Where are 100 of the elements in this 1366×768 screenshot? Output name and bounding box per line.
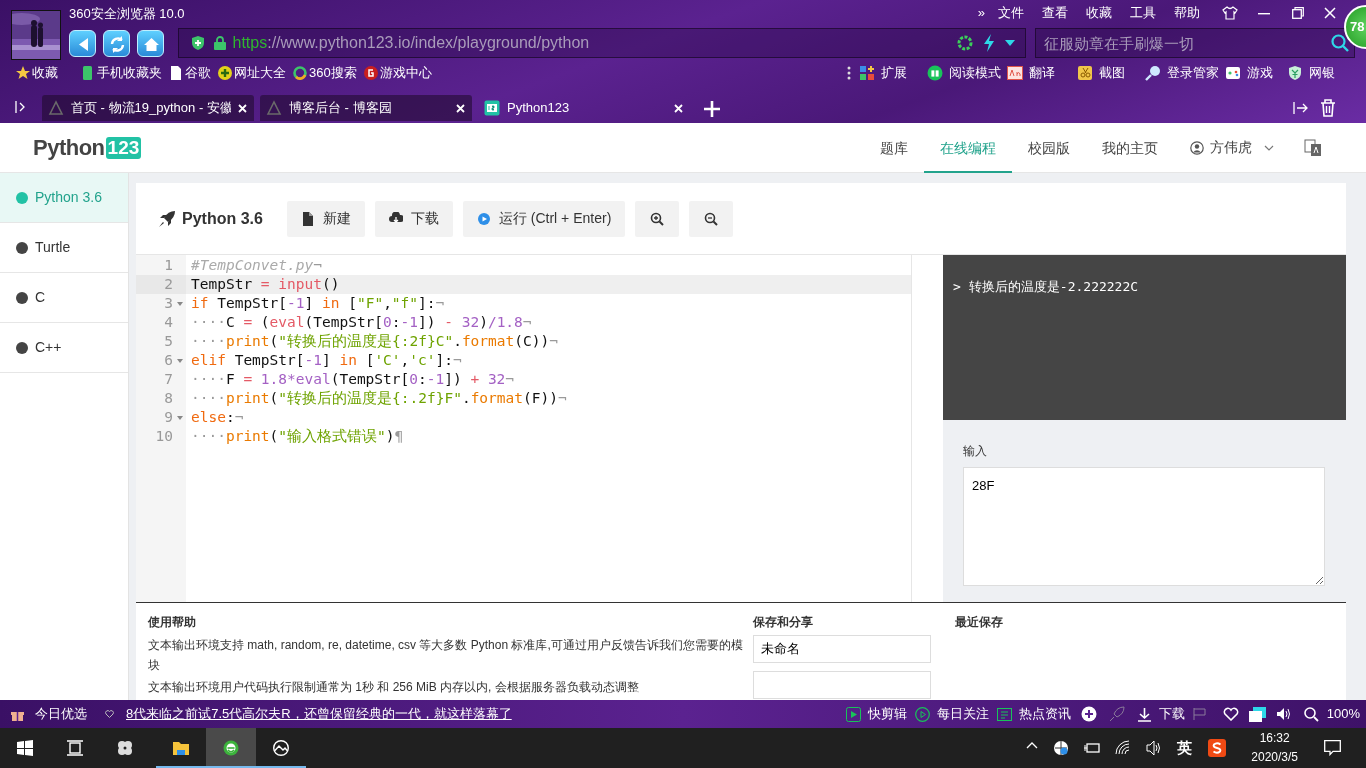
toolbar-link[interactable]: 扩展 [881,63,907,83]
zoom-out-button[interactable] [689,200,734,237]
wifi-icon[interactable] [1115,740,1132,756]
task-view-icon[interactable] [67,740,83,756]
notification-icon[interactable] [1324,740,1341,756]
close-icon[interactable] [674,103,683,113]
nav-link[interactable]: 题库 [864,122,924,173]
logo-icon [48,100,64,116]
close-icon[interactable] [238,103,247,113]
sidebar-item[interactable]: C [0,273,128,323]
logo-text[interactable]: Python [33,131,105,164]
close-icon[interactable] [1324,7,1336,19]
bookmark-link[interactable]: 360搜索 [309,63,357,83]
plus-circle-icon [217,65,233,81]
clock-time[interactable]: 16:32 [1259,729,1290,748]
new-tab-icon[interactable] [704,101,720,117]
bookmark-link[interactable]: 游戏中心 [379,63,432,83]
restore-icon[interactable] [1292,100,1308,116]
bookmark-link[interactable]: 谷歌 [185,63,211,83]
bookmark-link[interactable]: 手机收藏夹 [97,63,162,83]
close-icon[interactable] [456,103,465,113]
battery-icon[interactable] [1084,740,1101,756]
new-button[interactable]: 新建 [286,200,365,237]
line-number: 5 [163,332,174,351]
search-icon[interactable] [1331,34,1349,52]
menu-item[interactable]: 收藏 [1086,3,1112,23]
description-field[interactable] [753,671,931,699]
zoom-level[interactable]: 100% [1326,704,1360,724]
toolbar-link[interactable]: 游戏 [1247,63,1273,83]
toolbar-link[interactable]: 网银 [1309,63,1335,83]
start-icon[interactable] [17,740,33,756]
shield-icon [1287,65,1303,81]
fan-icon[interactable] [117,740,133,756]
speedup-icon[interactable] [956,35,973,51]
line-number: 3 [136,294,186,313]
toolbar-link[interactable]: 登录管家 [1167,63,1219,83]
fold-arrow-icon[interactable] [177,416,183,420]
headline-link[interactable]: 8代来临之前试7.5代高尔夫R，还曾保留经典的一代，就这样落幕了 [126,704,512,724]
toolbar-link[interactable]: 阅读模式 [949,63,1001,83]
globe-icon[interactable] [1053,740,1070,756]
caret-icon[interactable] [1264,144,1274,151]
heart-icon[interactable] [105,710,114,718]
menu-item[interactable]: 帮助 [1174,3,1200,23]
photos-icon[interactable] [273,740,289,756]
refresh-icon[interactable] [103,29,130,57]
toolbar-link[interactable]: 翻译 [1029,63,1055,83]
caret-icon[interactable] [1004,40,1015,46]
add-icon[interactable] [1080,706,1097,722]
user-name[interactable]: 方伟虎 [1210,137,1252,158]
user-icon [1190,140,1204,155]
menu-item[interactable]: 文件 [998,3,1024,23]
browser-tab[interactable]: 博客后台 - 博客园 [260,95,472,121]
window-icon[interactable] [1248,706,1266,722]
language-icon[interactable] [1304,138,1322,157]
input-field[interactable]: 28F [963,467,1325,586]
clock-date[interactable]: 2020/3/5 [1251,748,1298,767]
code-line: ····print("输入格式错误")¶ [190,427,405,446]
play-icon [476,211,491,226]
toolbar-link[interactable]: 截图 [1099,63,1125,83]
ime-indicator[interactable]: 英 [1177,736,1193,760]
status-link[interactable]: 快剪辑 [867,704,907,724]
bookmark-link[interactable]: 收藏 [32,63,58,83]
browser-icon[interactable] [223,740,239,756]
status-link[interactable]: 热点资讯 [1018,704,1071,724]
status-link[interactable]: 每日关注 [936,704,989,724]
menu-item[interactable]: 查看 [1042,3,1068,23]
zoom-in-button[interactable] [635,200,680,237]
status-link[interactable]: 下载 [1158,704,1185,724]
run-button[interactable]: 运行 (Ctrl + Enter) [462,200,626,237]
browser-tab[interactable]: Python123 [478,95,690,121]
lightning-icon[interactable] [982,34,995,52]
skin-icon[interactable] [1222,5,1238,21]
gamepad-icon [1225,65,1241,81]
sidebar-item[interactable]: C++ [0,323,128,373]
sidebar-toggle-icon[interactable] [15,101,27,113]
code-line: ····print("转换后的温度是{:.2f}F".format(F))¬ [190,389,568,408]
sogou-icon[interactable] [1208,739,1227,757]
fold-arrow-icon[interactable] [177,302,183,306]
folder-icon[interactable] [173,740,189,756]
menu-item[interactable]: 工具 [1130,3,1156,23]
download-button[interactable]: 下载 [374,200,453,237]
more-chevron[interactable]: » [977,3,985,23]
line-number: 2 [136,275,186,294]
more-icon[interactable] [847,66,851,80]
volume-icon[interactable] [1275,707,1291,721]
nav-link[interactable]: 我的主页 [1086,122,1174,173]
speaker-icon[interactable] [1146,740,1163,756]
nav-link[interactable]: 校园版 [1012,122,1086,173]
status-label[interactable]: 今日优选 [35,704,87,724]
home-icon[interactable] [137,29,164,57]
fold-arrow-icon[interactable] [177,359,183,363]
document-icon [168,65,184,81]
name-field[interactable]: 未命名 [753,635,931,663]
bookmark-link[interactable]: 网址大全 [234,63,286,83]
flag-icon[interactable] [1192,708,1207,720]
maximize-icon[interactable] [1292,7,1304,19]
trash-icon[interactable] [1320,99,1336,117]
back-icon[interactable] [69,29,96,57]
zoom-icon[interactable] [1303,706,1319,722]
sidebar-item[interactable]: Turtle [0,223,128,273]
